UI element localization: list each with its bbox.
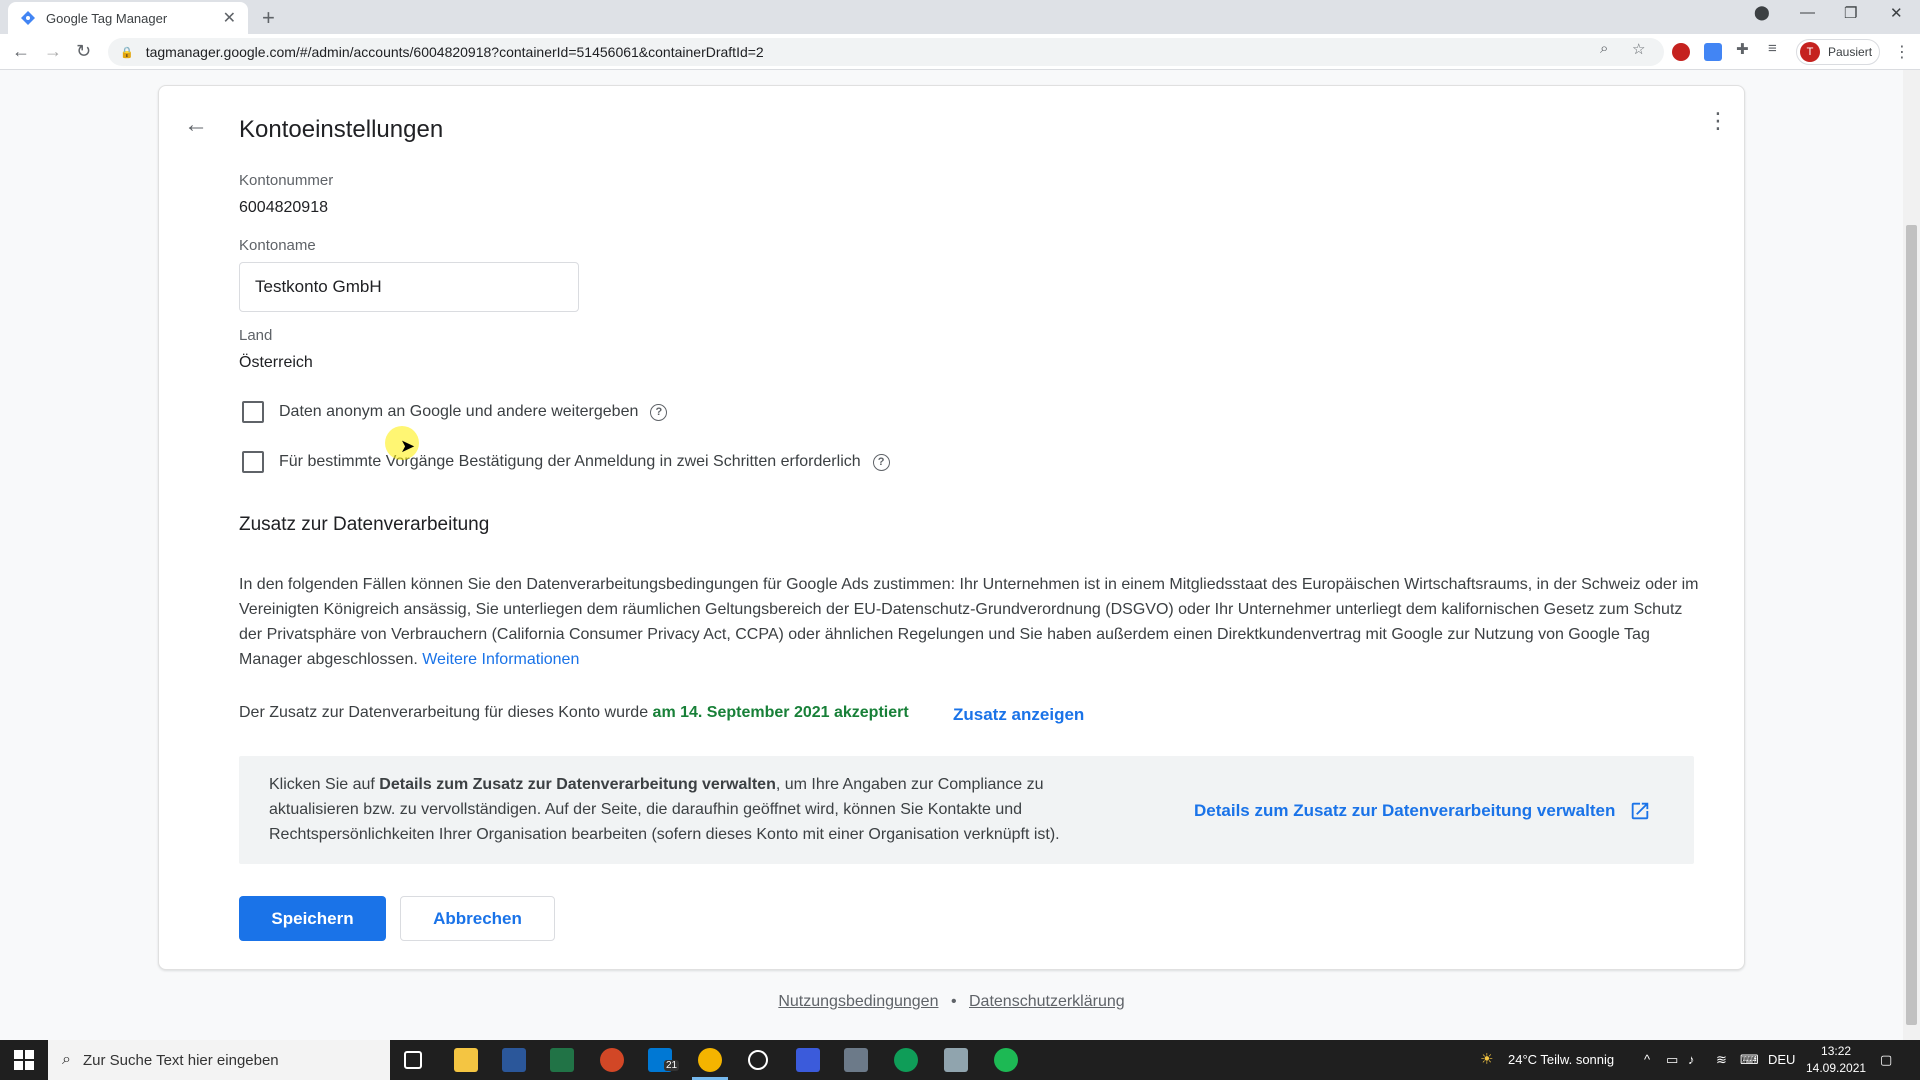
volume-icon[interactable]: ♪: [1688, 1052, 1695, 1067]
page-footer: Nutzungsbedingungen • Datenschutzerkläru…: [0, 993, 1903, 1011]
taskbar-search[interactable]: ⌕ Zur Suche Text hier eingeben: [48, 1040, 390, 1080]
reading-list-icon[interactable]: ≡: [1768, 40, 1777, 57]
terms-link[interactable]: Nutzungsbedingungen: [778, 993, 938, 1010]
obs-icon[interactable]: [748, 1050, 768, 1070]
excel-icon[interactable]: [550, 1048, 574, 1072]
forward-nav-icon[interactable]: →: [44, 41, 62, 62]
more-options-icon[interactable]: ⋮: [1707, 108, 1729, 134]
tab-title: Google Tag Manager: [46, 10, 168, 26]
account-name-label: Kontoname: [239, 237, 316, 254]
account-number-value: 6004820918: [239, 199, 328, 216]
language-indicator[interactable]: DEU: [1768, 1052, 1795, 1067]
account-name-input[interactable]: [239, 262, 579, 312]
more-info-link[interactable]: Weitere Informationen: [422, 651, 579, 668]
accepted-status: Der Zusatz zur Datenverarbeitung für die…: [239, 704, 909, 722]
reload-icon[interactable]: ↻: [76, 41, 91, 62]
share-data-checkbox[interactable]: [242, 401, 264, 423]
mail-badge: 21: [664, 1060, 680, 1071]
show-addon-link[interactable]: Zusatz anzeigen: [953, 705, 1084, 725]
page-scrollbar-thumb[interactable]: [1906, 225, 1917, 1025]
extensions-puzzle-icon[interactable]: ✚: [1736, 40, 1749, 58]
app-icon[interactable]: [844, 1048, 868, 1072]
tab-search-icon[interactable]: ⬤: [1754, 4, 1770, 21]
section-title: Zusatz zur Datenverarbeitung: [239, 514, 490, 535]
browser-menu-icon[interactable]: ⋮: [1894, 42, 1910, 62]
country-label: Land: [239, 327, 273, 344]
browser-toolbar: ← → ↻ 🔒 tagmanager.google.com/#/admin/ac…: [0, 34, 1920, 70]
browser-tab-bar: Google Tag Manager ✕ + ⬤ — ❐ ✕: [0, 0, 1920, 34]
app-icon[interactable]: [944, 1048, 968, 1072]
spotify-icon[interactable]: [994, 1048, 1018, 1072]
two-step-checkbox[interactable]: [242, 451, 264, 473]
close-window-icon[interactable]: ✕: [1890, 4, 1903, 22]
word-icon[interactable]: [502, 1048, 526, 1072]
tag-manager-favicon-icon: [20, 10, 36, 26]
chrome-icon[interactable]: [698, 1048, 722, 1072]
info-bold: Details zum Zusatz zur Datenverarbeitung…: [379, 776, 776, 793]
privacy-link[interactable]: Datenschutzerklärung: [969, 993, 1125, 1010]
compliance-info-text: Klicken Sie auf Details zum Zusatz zur D…: [269, 772, 1119, 847]
zoom-icon[interactable]: ⌕: [1600, 40, 1608, 57]
profile-status: Pausiert: [1828, 45, 1873, 59]
mouse-cursor-icon: ➤: [400, 436, 416, 456]
notifications-icon[interactable]: ▢: [1880, 1052, 1892, 1068]
info-prefix: Klicken Sie auf: [269, 776, 375, 793]
tag-extension-icon[interactable]: [1704, 43, 1722, 61]
search-icon: ⌕: [62, 1051, 71, 1068]
cancel-button[interactable]: Abbrechen: [400, 896, 555, 941]
back-arrow-icon[interactable]: ←: [184, 111, 208, 139]
new-tab-icon[interactable]: +: [262, 5, 275, 31]
save-button[interactable]: Speichern: [239, 896, 386, 941]
lock-icon: 🔒: [120, 46, 134, 59]
minimize-icon[interactable]: —: [1800, 4, 1815, 21]
manage-dpa-label: Details zum Zusatz zur Datenverarbeitung…: [1194, 801, 1616, 820]
manage-dpa-link[interactable]: Details zum Zusatz zur Datenverarbeitung…: [1194, 800, 1651, 822]
accepted-prefix: Der Zusatz zur Datenverarbeitung für die…: [239, 704, 649, 721]
two-step-row: Für bestimmte Vorgänge Bestätigung der A…: [242, 451, 890, 473]
app-icon[interactable]: [796, 1048, 820, 1072]
dpa-paragraph: In den folgenden Fällen können Sie den D…: [239, 572, 1704, 672]
help-icon[interactable]: ?: [872, 453, 890, 471]
weather-text[interactable]: 24°C Teilw. sonnig: [1508, 1052, 1614, 1067]
keyboard-icon[interactable]: ⌨: [1740, 1052, 1759, 1068]
page-title: Kontoeinstellungen: [239, 116, 444, 143]
network-icon[interactable]: ≋: [1716, 1052, 1727, 1068]
profile-button[interactable]: T Pausiert: [1796, 39, 1880, 65]
accepted-date: am 14. September 2021 akzeptiert: [652, 704, 909, 721]
tray-chevron-icon[interactable]: ^: [1644, 1052, 1650, 1067]
avatar: T: [1800, 42, 1820, 62]
share-data-label: Daten anonym an Google und andere weiter…: [279, 403, 639, 420]
open-external-icon: [1632, 802, 1649, 820]
share-data-row: Daten anonym an Google und andere weiter…: [242, 401, 668, 423]
restore-icon[interactable]: ❐: [1844, 4, 1857, 22]
url-text: tagmanager.google.com/#/admin/accounts/6…: [145, 44, 764, 60]
clock-time: 13:22: [1821, 1044, 1852, 1058]
powerpoint-icon[interactable]: [600, 1048, 624, 1072]
footer-separator: •: [950, 993, 957, 1010]
close-tab-icon[interactable]: ✕: [223, 8, 236, 28]
system-clock[interactable]: 13:22 14.09.2021: [1806, 1043, 1866, 1077]
compliance-info-box: Klicken Sie auf Details zum Zusatz zur D…: [239, 756, 1694, 864]
battery-icon[interactable]: ▭: [1666, 1052, 1678, 1068]
windows-taskbar: ⌕ Zur Suche Text hier eingeben 21 ☀ 24°C…: [0, 1040, 1920, 1080]
browser-tab[interactable]: Google Tag Manager ✕: [8, 2, 248, 34]
task-view-icon[interactable]: [404, 1051, 422, 1069]
bookmark-star-icon[interactable]: ☆: [1632, 40, 1645, 58]
address-bar[interactable]: 🔒 tagmanager.google.com/#/admin/accounts…: [108, 38, 1664, 66]
file-explorer-icon[interactable]: [454, 1048, 478, 1072]
help-icon[interactable]: ?: [650, 403, 668, 421]
clock-date: 14.09.2021: [1806, 1061, 1867, 1075]
account-number-label: Kontonummer: [239, 172, 334, 189]
country-value: Österreich: [239, 354, 313, 371]
taskbar-search-placeholder: Zur Suche Text hier eingeben: [82, 1051, 279, 1069]
adblock-extension-icon[interactable]: [1672, 43, 1690, 61]
two-step-label: Für bestimmte Vorgänge Bestätigung der A…: [279, 453, 861, 470]
account-settings-card: ← Kontoeinstellungen ⋮ Kontonummer 60048…: [158, 85, 1745, 970]
windows-start-icon[interactable]: [14, 1050, 34, 1070]
weather-icon[interactable]: ☀: [1480, 1050, 1493, 1068]
edge-icon[interactable]: [894, 1048, 918, 1072]
back-nav-icon[interactable]: ←: [12, 41, 30, 62]
